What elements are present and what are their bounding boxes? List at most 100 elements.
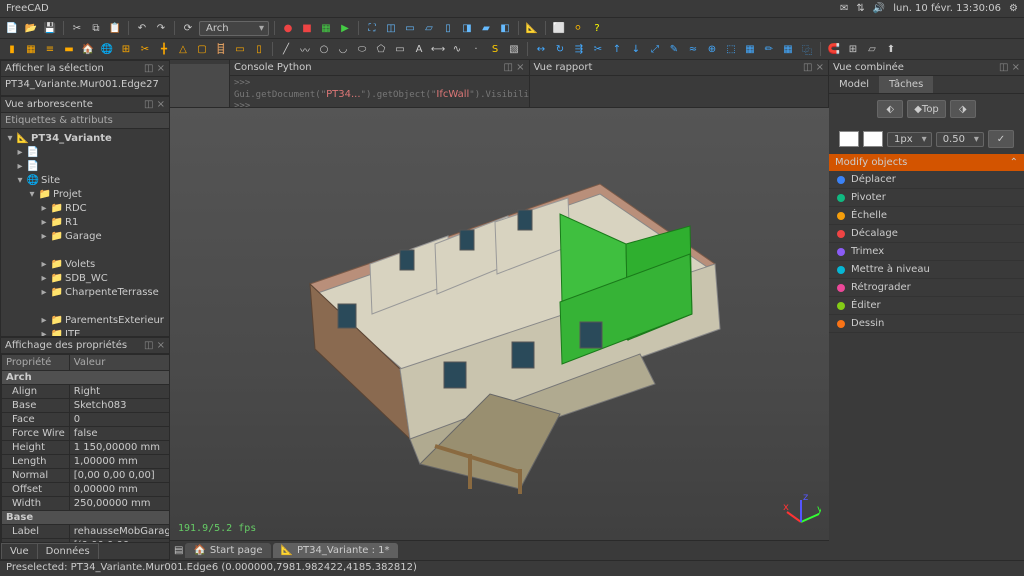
3d-viewport[interactable]: 191.9/5.2 fps yxz	[170, 108, 829, 540]
task-item[interactable]: Mettre à niveau	[829, 261, 1024, 279]
tree-item[interactable]: ▸📁RDC	[3, 201, 167, 215]
draft-dim-icon[interactable]: ⟷	[430, 41, 446, 57]
report-view[interactable]	[530, 76, 829, 107]
draft-move-icon[interactable]: ↔	[533, 41, 549, 57]
save-icon[interactable]: 💾	[42, 20, 58, 36]
draft-shape2dview-icon[interactable]: ▦	[742, 41, 758, 57]
draft-bspline-icon[interactable]: ∿	[449, 41, 465, 57]
copy-icon[interactable]: ⧉	[88, 20, 104, 36]
draft-add2group-icon[interactable]: ⊕	[704, 41, 720, 57]
mail-icon[interactable]: ✉	[840, 3, 848, 14]
python-console[interactable]: >>> Gui.getDocument("PT34...").getObject…	[230, 76, 529, 107]
arch-window-icon[interactable]: ⊞	[118, 41, 134, 57]
draft-snap-icon[interactable]: 🧲	[826, 41, 842, 57]
draft-polygon-icon[interactable]: ⬠	[373, 41, 389, 57]
tree-item[interactable]: ▾📁Projet	[3, 187, 167, 201]
wp-right-icon[interactable]: ⬗	[950, 100, 976, 118]
property-row[interactable]: BaseSketch083	[2, 399, 170, 413]
close-icon[interactable]: ◫ ×	[503, 62, 524, 73]
tab-document[interactable]: 📐PT34_Variante : 1*	[273, 543, 398, 558]
property-row[interactable]: Height1 150,00000 mm	[2, 441, 170, 455]
macro-stop-icon[interactable]: ■	[299, 20, 315, 36]
property-row[interactable]: Offset0,00000 mm	[2, 483, 170, 497]
color-line-swatch[interactable]	[863, 131, 883, 147]
view-left-icon[interactable]: ◧	[497, 20, 513, 36]
arch-section-icon[interactable]: ✂	[137, 41, 153, 57]
arch-floor-icon[interactable]: ▬	[61, 41, 77, 57]
draft-text-icon[interactable]: A	[411, 41, 427, 57]
view-right-icon[interactable]: ▯	[440, 20, 456, 36]
tab-start-page[interactable]: 🏠Start page	[185, 543, 270, 558]
color-face-swatch[interactable]	[839, 131, 859, 147]
property-row[interactable]: LabelrehausseMobGarage	[2, 525, 170, 539]
arch-space-icon[interactable]: ▢	[194, 41, 210, 57]
combo-tab-model[interactable]: Model	[829, 76, 879, 93]
tree-item[interactable]	[3, 243, 167, 257]
refresh-icon[interactable]: ⟳	[180, 20, 196, 36]
tabs-menu-icon[interactable]: ▤	[174, 545, 183, 556]
tree-item[interactable]	[3, 299, 167, 313]
props-tab-view[interactable]: Vue	[1, 543, 38, 559]
apply-style-icon[interactable]: ✓	[988, 130, 1014, 148]
draft-edit-icon[interactable]: ✎	[666, 41, 682, 57]
measure-icon[interactable]: 📐	[524, 20, 540, 36]
close-icon[interactable]: ◫ ×	[144, 63, 165, 74]
task-item[interactable]: Pivoter	[829, 189, 1024, 207]
view-top-icon[interactable]: ▱	[421, 20, 437, 36]
linewidth-selector[interactable]: 1px	[887, 132, 932, 147]
arch-panel-icon[interactable]: ▭	[232, 41, 248, 57]
draft-draft2sketch-icon[interactable]: ✏	[761, 41, 777, 57]
property-editor[interactable]: PropriétéValeurArchAlignRightBaseSketch0…	[1, 354, 169, 542]
draft-line-icon[interactable]: ╱	[278, 41, 294, 57]
workbench-selector[interactable]: Arch	[199, 21, 269, 36]
part-cyl-icon[interactable]: ⚪	[570, 20, 586, 36]
wp-left-icon[interactable]: ⬖	[877, 100, 903, 118]
task-item[interactable]: Éditer	[829, 297, 1024, 315]
close-icon[interactable]: ◫ ×	[144, 340, 165, 351]
close-icon[interactable]: ◫ ×	[999, 62, 1020, 73]
axis-gizmo[interactable]: yxz	[781, 492, 821, 532]
view-bottom-icon[interactable]: ▰	[478, 20, 494, 36]
tree-item[interactable]: ▸📁R1	[3, 215, 167, 229]
wp-top-button[interactable]: ◆ Top	[907, 100, 946, 118]
arch-stairs-icon[interactable]: 🪜	[213, 41, 229, 57]
draft-scale-icon[interactable]: ⤢	[647, 41, 663, 57]
props-tab-data[interactable]: Données	[37, 543, 99, 559]
task-item[interactable]: Dessin	[829, 315, 1024, 333]
draft-upgrade-icon[interactable]: ↑	[609, 41, 625, 57]
arch-building-icon[interactable]: 🏠	[80, 41, 96, 57]
tree-item[interactable]: ▸📁Volets	[3, 257, 167, 271]
draft-rect-icon[interactable]: ▭	[392, 41, 408, 57]
volume-icon[interactable]: 🔊	[873, 3, 885, 14]
tree-item[interactable]: ▸📄	[3, 145, 167, 159]
draft-ellipse-icon[interactable]: ⬭	[354, 41, 370, 57]
settings-icon[interactable]: ⚙	[1009, 3, 1018, 14]
combo-tab-tasks[interactable]: Tâches	[879, 76, 933, 93]
arch-site-icon[interactable]: 🌐	[99, 41, 115, 57]
tree-item[interactable]: ▸📄	[3, 159, 167, 173]
view-front-icon[interactable]: ▭	[402, 20, 418, 36]
draft-circle-icon[interactable]: ○	[316, 41, 332, 57]
new-icon[interactable]: 📄	[4, 20, 20, 36]
property-row[interactable]: Width250,00000 mm	[2, 497, 170, 511]
draft-grid-icon[interactable]: ⊞	[845, 41, 861, 57]
close-icon[interactable]: ◫ ×	[803, 62, 824, 73]
macro-play-icon[interactable]: ▶	[337, 20, 353, 36]
property-row[interactable]: Force Wirefalse	[2, 427, 170, 441]
task-item[interactable]: Rétrograder	[829, 279, 1024, 297]
network-icon[interactable]: ⇅	[856, 3, 864, 14]
cut-icon[interactable]: ✂	[69, 20, 85, 36]
task-panel-header[interactable]: Modify objects⌃	[829, 154, 1024, 171]
task-item[interactable]: Échelle	[829, 207, 1024, 225]
property-row[interactable]: Face0	[2, 413, 170, 427]
arrow-up-icon[interactable]: ⬆	[883, 41, 899, 57]
property-row[interactable]: Normal[0,00 0,00 0,00]	[2, 469, 170, 483]
arch-wall-icon[interactable]: ▮	[4, 41, 20, 57]
arch-roof-icon[interactable]: △	[175, 41, 191, 57]
undo-icon[interactable]: ↶	[134, 20, 150, 36]
macro-list-icon[interactable]: ▦	[318, 20, 334, 36]
paste-icon[interactable]: 📋	[107, 20, 123, 36]
arch-structure-icon[interactable]: ▦	[23, 41, 39, 57]
task-item[interactable]: Trimex	[829, 243, 1024, 261]
tree-view[interactable]: ▾📐PT34_Variante ▸📄▸📄▾🌐Site▾📁Projet▸📁RDC▸…	[1, 129, 169, 336]
